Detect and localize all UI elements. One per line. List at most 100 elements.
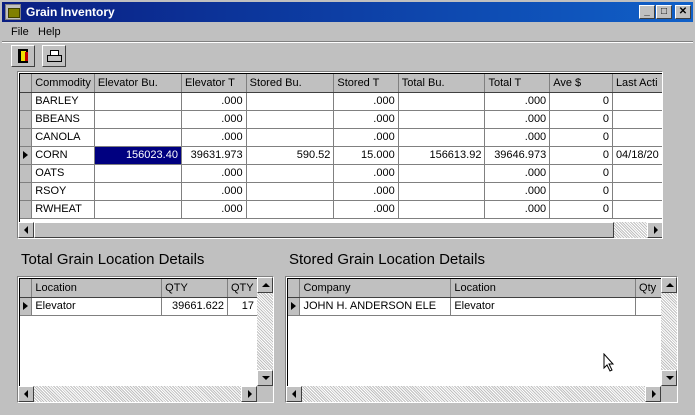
minimize-button[interactable]: _ xyxy=(639,5,655,19)
column-header-location[interactable]: Location xyxy=(450,279,637,298)
table-cell[interactable]: Elevator xyxy=(450,297,637,316)
table-cell[interactable] xyxy=(94,128,182,147)
table-cell[interactable] xyxy=(398,110,486,129)
row-indicator[interactable] xyxy=(20,200,33,219)
table-cell[interactable] xyxy=(246,110,335,129)
table-cell[interactable]: 156613.92 xyxy=(398,146,486,165)
scroll-down-button[interactable] xyxy=(257,370,273,386)
table-cell[interactable] xyxy=(612,128,662,147)
table-cell[interactable]: 0 xyxy=(549,164,613,183)
scroll-down-button[interactable] xyxy=(661,370,677,386)
stored-location-grid[interactable]: Company Location Qty JOHN H. ANDERSON ELE E… xyxy=(285,276,678,403)
table-cell[interactable]: 0 xyxy=(549,92,613,111)
table-cell[interactable]: 0 xyxy=(549,128,613,147)
table-cell[interactable]: 0 xyxy=(549,146,613,165)
table-cell[interactable] xyxy=(94,182,182,201)
table-cell[interactable]: 0 xyxy=(549,110,613,129)
table-cell[interactable] xyxy=(612,92,662,111)
scroll-left-button[interactable] xyxy=(18,386,34,402)
total-grid-hscroll[interactable] xyxy=(18,386,257,402)
table-cell[interactable]: 15.000 xyxy=(333,146,399,165)
stored-grid-vscroll[interactable] xyxy=(661,277,677,386)
table-cell[interactable] xyxy=(94,200,182,219)
menu-help[interactable]: Help xyxy=(38,26,61,38)
column-header-location[interactable]: Location xyxy=(31,279,163,298)
table-cell[interactable]: .000 xyxy=(333,110,399,129)
title-bar[interactable]: Grain Inventory _ □ ✕ xyxy=(2,2,693,22)
table-row[interactable]: CORN 156023.40 39631.973 590.52 15.000 156613… xyxy=(20,146,662,165)
table-cell[interactable] xyxy=(246,128,335,147)
table-cell[interactable]: 39661.622 xyxy=(161,297,228,316)
table-cell[interactable] xyxy=(612,200,662,219)
table-cell[interactable]: .000 xyxy=(333,128,399,147)
scroll-right-button[interactable] xyxy=(647,222,662,238)
scroll-right-button[interactable] xyxy=(645,386,661,402)
table-cell[interactable] xyxy=(398,128,486,147)
scroll-left-button[interactable] xyxy=(286,386,302,402)
column-header-qty[interactable]: QTY xyxy=(161,279,228,298)
total-grid-vscroll[interactable] xyxy=(257,277,273,386)
table-cell[interactable]: JOHN H. ANDERSON ELE xyxy=(299,297,452,316)
stored-grid-hscroll[interactable] xyxy=(286,386,661,402)
table-cell[interactable] xyxy=(94,110,182,129)
table-cell[interactable]: .000 xyxy=(333,164,399,183)
scroll-left-button[interactable] xyxy=(18,222,34,238)
table-cell[interactable] xyxy=(246,182,335,201)
column-header-last-acti[interactable]: Last Acti xyxy=(612,74,662,93)
table-cell[interactable] xyxy=(94,164,182,183)
table-row[interactable]: BBEANS .000.000.000 0 xyxy=(20,110,662,129)
table-cell[interactable]: .000 xyxy=(484,110,551,129)
row-indicator[interactable] xyxy=(20,297,33,316)
table-cell[interactable] xyxy=(398,200,486,219)
table-row[interactable]: Elevator 39661.622 17 xyxy=(20,297,259,316)
scroll-up-button[interactable] xyxy=(661,277,677,293)
table-row[interactable]: RWHEAT .000.000.000 0 xyxy=(20,200,662,219)
column-header-ave[interactable]: Ave $ xyxy=(549,74,613,93)
hscroll-thumb[interactable] xyxy=(34,222,614,238)
table-cell[interactable] xyxy=(94,92,182,111)
table-cell[interactable] xyxy=(398,164,486,183)
commodity-grid-hscroll[interactable] xyxy=(18,222,662,238)
scroll-right-button[interactable] xyxy=(241,386,257,402)
table-cell[interactable]: Elevator xyxy=(31,297,163,316)
table-cell[interactable]: .000 xyxy=(484,200,551,219)
table-cell[interactable]: .000 xyxy=(333,200,399,219)
table-cell[interactable]: BBEANS xyxy=(31,110,95,129)
table-cell[interactable]: .000 xyxy=(484,164,551,183)
column-header-elevator-t[interactable]: Elevator T xyxy=(181,74,247,93)
row-indicator[interactable] xyxy=(20,164,33,183)
row-indicator[interactable] xyxy=(20,128,33,147)
column-header-stored-t[interactable]: Stored T xyxy=(333,74,399,93)
table-cell[interactable]: 39631.973 xyxy=(181,146,247,165)
table-cell[interactable]: 590.52 xyxy=(246,146,335,165)
table-row[interactable]: JOHN H. ANDERSON ELE Elevator xyxy=(288,297,662,316)
column-header-stored-bu[interactable]: Stored Bu. xyxy=(246,74,335,93)
row-indicator[interactable] xyxy=(288,297,301,316)
table-cell[interactable]: .000 xyxy=(484,128,551,147)
table-cell[interactable]: .000 xyxy=(333,182,399,201)
table-cell[interactable]: .000 xyxy=(181,92,247,111)
column-header-total-bu[interactable]: Total Bu. xyxy=(398,74,486,93)
table-cell[interactable]: RSOY xyxy=(31,182,95,201)
table-cell[interactable] xyxy=(246,164,335,183)
table-cell[interactable]: .000 xyxy=(484,182,551,201)
column-header-qty[interactable]: Qty xyxy=(635,279,662,298)
table-row[interactable]: CANOLA .000.000.000 0 xyxy=(20,128,662,147)
print-button[interactable] xyxy=(42,45,66,67)
app-icon[interactable] xyxy=(5,4,21,20)
table-cell[interactable]: BARLEY xyxy=(31,92,95,111)
table-cell[interactable]: CORN xyxy=(31,146,95,165)
column-header-qty[interactable]: QTY xyxy=(227,279,259,298)
exit-button[interactable] xyxy=(11,45,35,67)
column-header-commodity[interactable]: Commodity xyxy=(31,74,95,93)
table-cell[interactable]: 39646.973 xyxy=(484,146,551,165)
table-cell[interactable] xyxy=(612,164,662,183)
table-cell[interactable]: .000 xyxy=(181,128,247,147)
menu-file[interactable]: File xyxy=(11,26,29,38)
row-indicator[interactable] xyxy=(20,92,33,111)
table-cell[interactable]: RWHEAT xyxy=(31,200,95,219)
table-cell[interactable]: 04/18/20 xyxy=(612,146,662,165)
row-indicator[interactable] xyxy=(20,182,33,201)
table-cell[interactable] xyxy=(612,182,662,201)
table-cell[interactable]: .000 xyxy=(181,164,247,183)
